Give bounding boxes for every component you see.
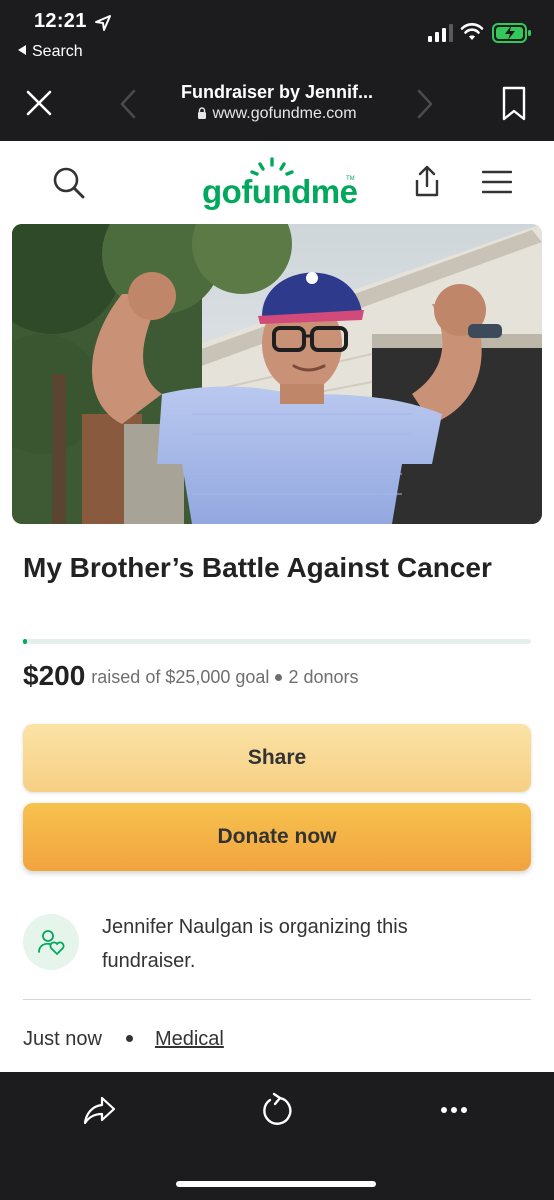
menu-icon[interactable] bbox=[482, 170, 512, 194]
page-title: Fundraiser by Jennif... bbox=[180, 82, 374, 102]
chevron-left-icon[interactable] bbox=[118, 88, 138, 120]
close-icon[interactable] bbox=[22, 86, 56, 120]
goal-text: raised of $25,000 goal bbox=[91, 667, 270, 687]
campaign-meta: Just now Medical bbox=[23, 1028, 224, 1051]
gofundme-logo[interactable]: gofundme TM bbox=[200, 156, 360, 212]
reload-icon[interactable] bbox=[258, 1092, 296, 1130]
donate-button[interactable]: Donate now bbox=[23, 803, 531, 871]
logo-sun-icon bbox=[250, 157, 294, 176]
back-to-app-link[interactable]: Search bbox=[18, 43, 83, 61]
page-url: www.gofundme.com bbox=[150, 105, 404, 123]
share-button[interactable]: Share bbox=[23, 724, 531, 792]
chevron-right-icon[interactable] bbox=[415, 88, 435, 120]
donor-count: 2 donors bbox=[288, 667, 359, 687]
share-icon[interactable] bbox=[411, 164, 443, 200]
campaign-title: My Brother’s Battle Against Cancer bbox=[23, 552, 492, 583]
organizer-avatar bbox=[23, 914, 79, 970]
category-link[interactable]: Medical bbox=[155, 1028, 224, 1050]
location-arrow-icon bbox=[95, 15, 111, 31]
separator-dot bbox=[275, 674, 283, 681]
search-icon[interactable] bbox=[52, 166, 86, 200]
more-icon[interactable] bbox=[440, 1104, 468, 1116]
lock-icon bbox=[198, 107, 207, 119]
progress-bar-fill bbox=[23, 639, 28, 644]
progress-bar bbox=[23, 639, 531, 644]
url-text: www.gofundme.com bbox=[212, 105, 357, 122]
toolbar-share-icon[interactable] bbox=[82, 1092, 118, 1128]
bookmark-icon[interactable] bbox=[500, 86, 528, 122]
meta-separator bbox=[125, 1035, 133, 1042]
back-triangle-icon bbox=[18, 45, 26, 55]
logo-tm: TM bbox=[346, 176, 355, 182]
divider bbox=[23, 999, 531, 1000]
back-app-label: Search bbox=[32, 43, 83, 60]
campaign-photo bbox=[12, 224, 542, 524]
organizer-heart-icon bbox=[38, 930, 65, 955]
logo-text: gofundme bbox=[202, 173, 358, 210]
organizer-text: Jennifer Naulgan is organizing this fund… bbox=[102, 916, 408, 972]
wifi-icon bbox=[460, 23, 484, 40]
created-time: Just now bbox=[23, 1028, 102, 1050]
raised-amount: $200 bbox=[23, 660, 86, 691]
browser-chrome: 12:21 Search Fundraiser by Jennif... www… bbox=[0, 0, 554, 141]
status-time: 12:21 bbox=[34, 10, 87, 32]
battery-icon bbox=[492, 23, 531, 43]
signal-icon bbox=[428, 24, 453, 42]
raised-summary: $200 raised of $25,000 goal 2 donors bbox=[23, 660, 359, 692]
home-indicator[interactable] bbox=[176, 1181, 376, 1187]
